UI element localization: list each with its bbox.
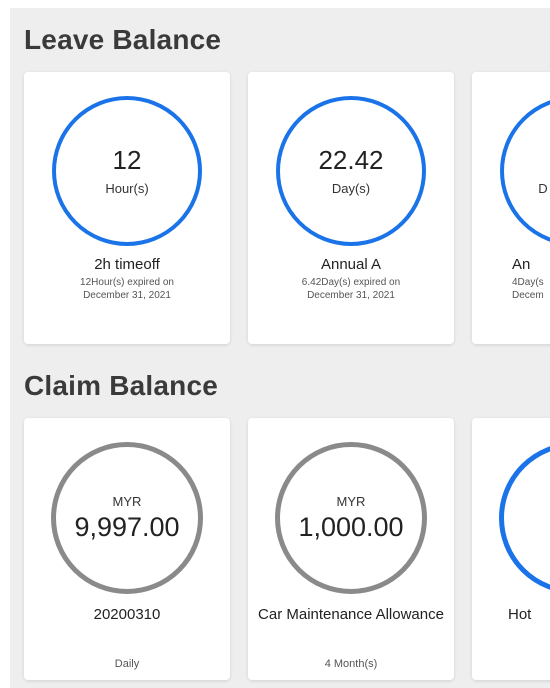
claim-balance-ring: MYR 1,000.00: [275, 442, 427, 594]
leave-expiry-date: Decem: [512, 289, 544, 301]
claim-card-car-maintenance[interactable]: MYR 1,000.00 Car Maintenance Allowance 4…: [248, 418, 454, 680]
claim-card-20200310[interactable]: MYR 9,997.00 20200310 Daily: [24, 418, 230, 680]
leave-balance-unit: Hour(s): [105, 180, 149, 196]
leave-balance-ring: 22.42 Day(s): [276, 96, 426, 246]
leave-balance-title: Leave Balance: [24, 24, 222, 55]
leave-balance-value: 22.42: [318, 145, 384, 176]
claim-balance-title: Claim Balance: [24, 370, 219, 401]
claim-type-name: 20200310: [93, 606, 161, 623]
leave-expiry-amount: 12Hour(s) expired on: [80, 277, 174, 288]
leave-balance-unit: D: [538, 180, 548, 196]
leave-card-2h-timeoff[interactable]: 12 Hour(s) 2h timeoff 12Hour(s) expired …: [24, 72, 230, 344]
leave-expiry-note: 12Hour(s) expired on December 31, 2021: [24, 277, 230, 302]
leave-balance-ring: D: [500, 96, 550, 246]
claim-amount: 1,000.00: [298, 511, 404, 542]
leave-balance-ring: 12 Hour(s): [52, 96, 202, 246]
leave-expiry-amount: 6.42Day(s) expired on: [301, 277, 401, 288]
leave-type-name: Annual A: [320, 256, 382, 273]
claim-balance-ring: No: [499, 442, 550, 594]
leave-card-annual-a[interactable]: 22.42 Day(s) Annual A 6.42Day(s) expired…: [248, 72, 454, 344]
leave-expiry-date: December 31, 2021: [83, 289, 171, 301]
claim-type-name: Hot: [508, 606, 532, 623]
leave-expiry-note: 6.42Day(s) expired on December 31, 2021: [248, 277, 454, 302]
claim-amount: 9,997.00: [74, 511, 180, 542]
balance-screen: Leave Balance 12 Hour(s) 2h timeoff 12Ho…: [10, 8, 550, 688]
leave-expiry-note: 4Day(s Decem: [512, 277, 550, 302]
claim-type-name: Car Maintenance Allowance: [258, 606, 444, 623]
claim-balance-ring: MYR 9,997.00: [51, 442, 203, 594]
claim-period: Daily: [114, 658, 140, 670]
claim-period: 4 Month(s): [324, 658, 378, 670]
leave-expiry-date: December 31, 2021: [307, 289, 395, 301]
leave-balance-unit: Day(s): [331, 180, 371, 196]
leave-balance-value: 12: [112, 145, 142, 176]
leave-expiry-amount: 4Day(s: [512, 277, 544, 288]
leave-type-name: 2h timeoff: [94, 256, 160, 273]
leave-type-name: An: [512, 256, 531, 273]
claim-card-partial[interactable]: No Hot: [472, 418, 550, 680]
leave-card-partial[interactable]: D An 4Day(s Decem: [472, 72, 550, 344]
claim-currency: MYR: [112, 493, 142, 509]
claim-currency: MYR: [336, 493, 366, 509]
